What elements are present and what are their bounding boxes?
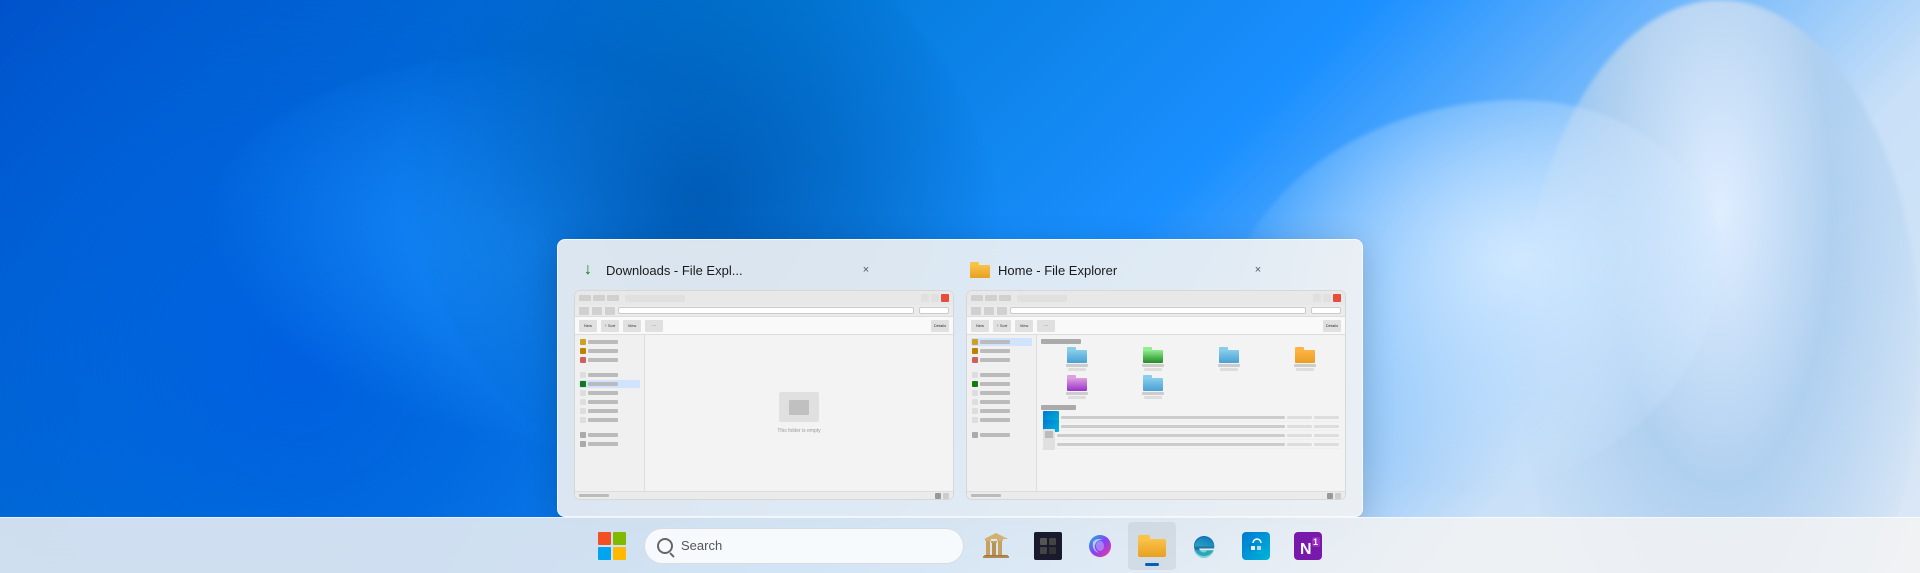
sidebar-documents	[579, 389, 640, 397]
sidebar-downloads-home	[971, 380, 1032, 388]
mini-folder-videos	[1117, 375, 1189, 399]
mini-recent-list	[1041, 413, 1341, 449]
mini-main-home	[1037, 335, 1345, 491]
mini-list-item-4	[1041, 440, 1341, 449]
copilot-icon[interactable]	[1076, 522, 1124, 570]
store-logo	[1242, 532, 1270, 560]
ruins-icon	[982, 532, 1010, 560]
mini-empty-label: This folder is empty	[777, 428, 820, 434]
mini-explorer-home: New ↑ Sort View ··· Details	[967, 291, 1345, 499]
search-bar[interactable]: Search	[644, 528, 964, 564]
preview-close-downloads[interactable]: ×	[854, 258, 878, 282]
sidebar-downloads-selected	[579, 380, 640, 388]
preview-thumbnail-home[interactable]: New ↑ Sort View ··· Details	[966, 290, 1346, 500]
mini-folder-documents	[1193, 347, 1265, 371]
mini-statusbar-downloads	[575, 491, 953, 499]
mini-sidebar-downloads	[575, 335, 645, 491]
download-icon: ↓	[578, 260, 598, 280]
search-placeholder-text: Search	[681, 538, 951, 553]
mini-toolbar-downloads	[575, 305, 953, 317]
taskbar-center: Search	[588, 522, 1332, 570]
home-folder-icon-small	[970, 260, 990, 280]
sidebar-pictures-home	[971, 398, 1032, 406]
preview-thumbnail-downloads[interactable]: New ↑ Sort View ··· Details	[574, 290, 954, 500]
sidebar-thispc	[579, 431, 640, 439]
windows-logo	[598, 532, 626, 560]
preview-window-home: Home - File Explorer ×	[966, 256, 1346, 500]
mini-titlebar-home	[967, 291, 1345, 305]
sidebar-music-home	[971, 407, 1032, 415]
sidebar-thispc-home	[971, 431, 1032, 439]
mini-ribbon-downloads: New ↑ Sort View ··· Details	[575, 317, 953, 335]
store-taskbar-icon[interactable]	[1232, 522, 1280, 570]
svg-text:1: 1	[1313, 537, 1318, 547]
sidebar-music	[579, 407, 640, 415]
preview-close-home[interactable]: ×	[1246, 258, 1270, 282]
mini-main-downloads-empty: This folder is empty	[645, 335, 953, 491]
mini-explorer-downloads: New ↑ Sort View ··· Details	[575, 291, 953, 499]
copilot-logo	[1086, 532, 1114, 560]
start-button[interactable]	[588, 522, 636, 570]
sidebar-brandon	[579, 356, 640, 364]
svg-text:N: N	[1300, 541, 1312, 558]
black-square-app-icon[interactable]	[1024, 522, 1072, 570]
taskbar: Search	[0, 517, 1920, 573]
mini-statusbar-home	[967, 491, 1345, 499]
mini-list-item-1	[1041, 413, 1341, 422]
mini-content-downloads: This folder is empty	[575, 335, 953, 491]
mini-folder-desktop	[1041, 347, 1113, 371]
sidebar-gallery-home	[971, 347, 1032, 355]
mini-folder-pictures	[1269, 347, 1341, 371]
file-explorer-folder-icon	[1138, 535, 1166, 557]
mini-list-item-2	[1041, 422, 1341, 431]
mini-titlebar	[575, 291, 953, 305]
edge-taskbar-icon[interactable]	[1180, 522, 1228, 570]
mini-sidebar-home	[967, 335, 1037, 491]
onenote-taskbar-icon[interactable]: N 1	[1284, 522, 1332, 570]
sidebar-home	[579, 338, 640, 346]
search-icon	[657, 538, 673, 554]
black-square-icon	[1034, 532, 1062, 560]
sidebar-documents-home	[971, 389, 1032, 397]
preview-window-downloads: ↓ Downloads - File Expl... ×	[574, 256, 954, 500]
file-explorer-taskbar-icon[interactable]	[1128, 522, 1176, 570]
sidebar-network	[579, 440, 640, 448]
preview-titlebar-home[interactable]: Home - File Explorer ×	[966, 256, 1346, 284]
sidebar-gallery	[579, 347, 640, 355]
mini-list-item-3	[1041, 431, 1341, 440]
sidebar-brandon-home	[971, 356, 1032, 364]
mini-toolbar-home	[967, 305, 1345, 317]
edge-logo	[1190, 532, 1218, 560]
mini-ribbon-home: New ↑ Sort View ··· Details	[967, 317, 1345, 335]
sidebar-pictures	[579, 398, 640, 406]
sidebar-desktop-home	[971, 371, 1032, 379]
taskbar-preview-popup: ↓ Downloads - File Expl... ×	[557, 239, 1363, 517]
sidebar-videos	[579, 416, 640, 424]
preview-titlebar-downloads[interactable]: ↓ Downloads - File Expl... ×	[574, 256, 954, 284]
preview-title-downloads: Downloads - File Expl...	[606, 263, 846, 278]
ruins-app-icon[interactable]	[972, 522, 1020, 570]
preview-title-home: Home - File Explorer	[998, 263, 1238, 278]
sidebar-videos-home	[971, 416, 1032, 424]
sidebar-desktop	[579, 371, 640, 379]
onenote-logo: N 1	[1294, 532, 1322, 560]
sidebar-home-selected	[971, 338, 1032, 346]
mini-folder-downloads	[1117, 347, 1189, 371]
mini-folder-music	[1041, 375, 1113, 399]
mini-content-home	[967, 335, 1345, 491]
